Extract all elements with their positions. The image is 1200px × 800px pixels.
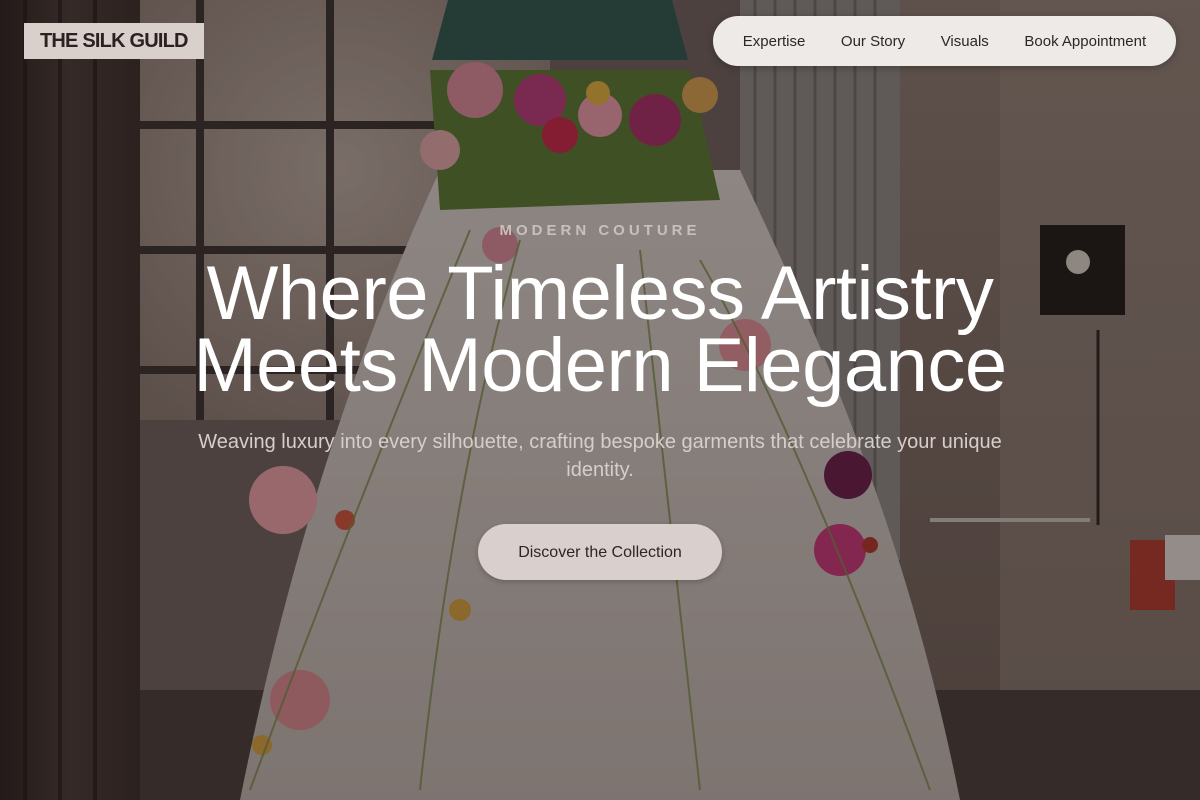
nav-item-book-appointment[interactable]: Book Appointment [1024,33,1146,50]
hero-headline-line-2: Meets Modern Elegance [193,323,1007,408]
hero-section: THE SILK GUILD Expertise Our Story Visua… [0,0,1200,800]
hero-eyebrow: MODERN COUTURE [499,222,701,239]
main-navigation: Expertise Our Story Visuals Book Appoint… [713,16,1176,66]
nav-item-our-story[interactable]: Our Story [841,33,905,50]
discover-collection-button[interactable]: Discover the Collection [478,524,722,580]
hero-headline: Where Timeless Artistry Meets Modern Ele… [100,256,1100,404]
nav-item-visuals[interactable]: Visuals [941,33,989,50]
nav-item-expertise[interactable]: Expertise [743,33,806,50]
brand-logo[interactable]: THE SILK GUILD [24,23,204,59]
hero-subtitle: Weaving luxury into every silhouette, cr… [198,431,1002,481]
